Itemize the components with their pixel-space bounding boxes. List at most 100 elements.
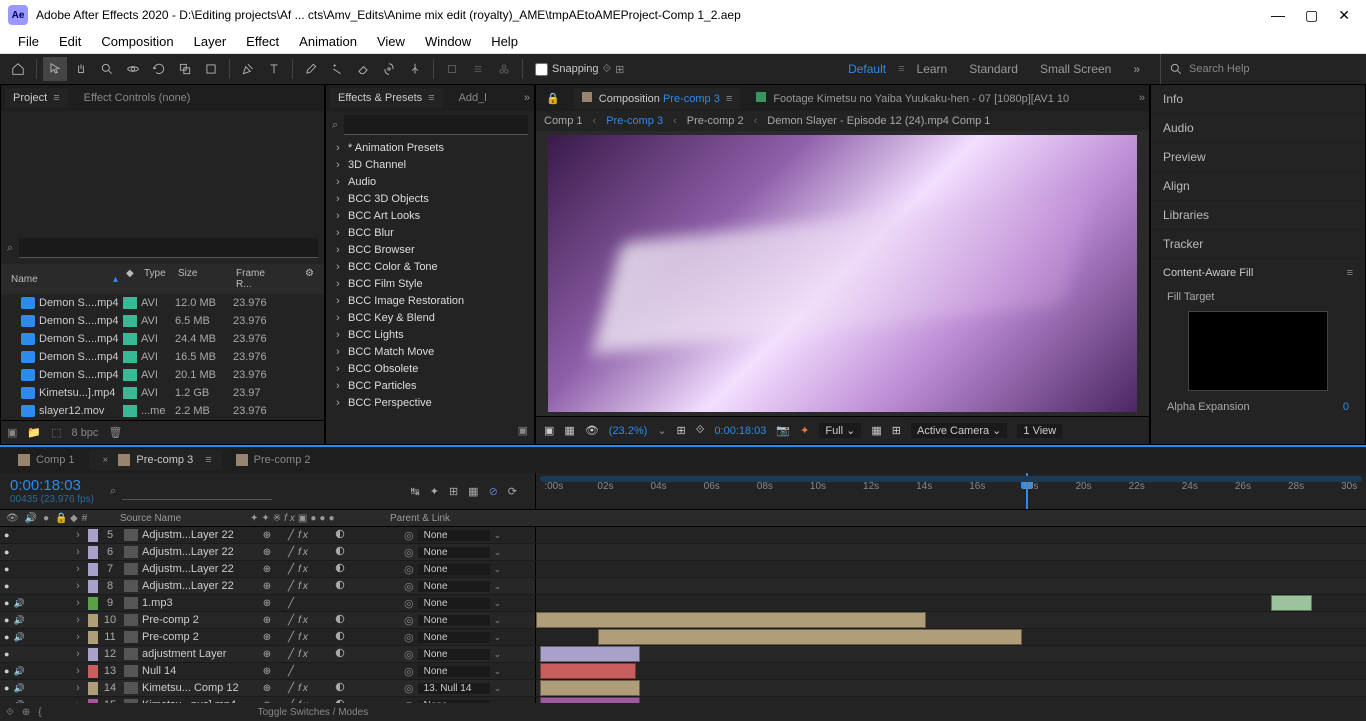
roi-icon[interactable]: ▦ [871,424,881,437]
effects-search[interactable]: ⌕ [326,111,534,139]
zoom-tool[interactable] [95,57,119,81]
eraser-tool[interactable] [351,57,375,81]
timeline-layer[interactable]: ● › 6 Adjustm...Layer 22 ⊕ ╱fx ◎None⌄ [0,544,1366,561]
project-item[interactable]: Demon S....mp4 AVI20.1 MB23.976 [1,366,324,384]
timeline-layer[interactable]: ●🔊 › 15 Kimetsu...pus].mp4 ⊕ ╱fx ◎None⌄ [0,697,1366,703]
layer-bar[interactable] [540,697,640,703]
timeline-layer[interactable]: ●🔊 › 11 Pre-comp 2 ⊕ ╱fx ◎None⌄ [0,629,1366,646]
timeline-layer[interactable]: ● › 7 Adjustm...Layer 22 ⊕ ╱fx ◎None⌄ [0,561,1366,578]
layer-bar[interactable] [540,646,640,662]
window-close[interactable]: ✕ [1338,7,1350,24]
effect-category[interactable]: BCC Image Restoration [326,292,534,309]
tool-color-3[interactable] [492,57,516,81]
trash-icon[interactable]: 🗑 [108,426,122,439]
toggle-switches[interactable]: Toggle Switches / Modes [258,707,369,718]
effect-category[interactable]: 3D Channel [326,156,534,173]
effect-category[interactable]: BCC Art Looks [326,207,534,224]
layer-bar[interactable] [536,612,926,628]
shape-tool[interactable] [199,57,223,81]
effect-category[interactable]: BCC Film Style [326,275,534,292]
menu-composition[interactable]: Composition [91,32,183,51]
timeline-tab-comp1[interactable]: Comp 1 [8,450,85,470]
panel-overflow[interactable]: » [524,92,530,104]
effect-category[interactable]: BCC Key & Blend [326,309,534,326]
effect-category[interactable]: BCC 3D Objects [326,190,534,207]
project-tab[interactable]: Project≡ [5,88,68,108]
effect-controls-tab[interactable]: Effect Controls (none) [76,88,199,108]
layer-bar[interactable] [1271,595,1313,611]
home-button[interactable] [6,57,30,81]
effect-category[interactable]: BCC Blur [326,224,534,241]
footage-tab[interactable]: Footage Kimetsu no Yaiba Yuukaku-hen - 0… [748,88,1077,109]
effect-category[interactable]: BCC Perspective [326,394,534,411]
add-tab[interactable]: Add_l [451,88,495,108]
effect-category[interactable]: BCC Browser [326,241,534,258]
lock-icon[interactable]: 🔒 [540,92,566,105]
tool-color-2[interactable] [466,57,490,81]
time-ruler[interactable]: :00s02s04s06s08s10s12s14s16s18s20s22s24s… [535,473,1366,509]
panel-tracker[interactable]: Tracker [1151,230,1365,259]
panel-overflow[interactable]: » [1139,92,1145,104]
roto-tool[interactable] [377,57,401,81]
views-dropdown[interactable]: 1 View [1017,424,1062,438]
project-item[interactable]: Demon S....mp4 AVI24.4 MB23.976 [1,330,324,348]
panel-libraries[interactable]: Libraries [1151,201,1365,230]
project-item[interactable]: Demon S....mp4 AVI16.5 MB23.976 [1,348,324,366]
col-video-icon[interactable]: 👁 [6,513,19,524]
workspace-overflow[interactable]: » [1123,58,1150,80]
panel-info[interactable]: Info [1151,85,1365,114]
new-bin-icon[interactable]: ▣ [518,424,528,444]
workspace-standard[interactable]: Standard [959,58,1028,80]
tl-opt-1[interactable]: ↹ [411,485,420,498]
timeline-layer[interactable]: ●🔊 › 9 1.mp3 ⊕ ╱ ◎None⌄ [0,595,1366,612]
resolution-dropdown[interactable]: Full ⌄ [819,423,861,438]
menu-layer[interactable]: Layer [184,32,237,51]
window-minimize[interactable]: — [1271,7,1285,24]
tl-opt-5[interactable]: ⊘ [489,485,498,498]
interpret-icon[interactable]: ⬚ [51,426,61,439]
toggle-mask-icon[interactable]: 👁 [585,424,599,437]
timeline-layer[interactable]: ●🔊 › 14 Kimetsu... Comp 12 ⊕ ╱fx ◎13. Nu… [0,680,1366,697]
project-item[interactable]: Demon S....mp4 AVI6.5 MB23.976 [1,312,324,330]
toggle-alpha-icon[interactable]: ▦ [564,424,574,437]
tl-footer-icon-3[interactable]: { [38,707,41,718]
effect-category[interactable]: BCC Color & Tone [326,258,534,275]
breadcrumb-item[interactable]: Pre-comp 2 [687,115,744,127]
tl-opt-2[interactable]: ✦ [430,485,439,498]
selection-tool[interactable] [43,57,67,81]
menu-help[interactable]: Help [481,32,528,51]
workspace-default[interactable]: Default [838,58,896,80]
project-item[interactable]: Kimetsu...].mp4 AVI1.2 GB23.97 [1,384,324,402]
timeline-layer[interactable]: ● › 5 Adjustm...Layer 22 ⊕ ╱fx ◎None⌄ [0,527,1366,544]
hand-tool[interactable] [69,57,93,81]
col-audio-icon[interactable]: 🔊 [25,513,37,524]
breadcrumb-item[interactable]: Demon Slayer - Episode 12 (24).mp4 Comp … [767,115,990,127]
breadcrumb-item[interactable]: Pre-comp 3 [606,115,663,127]
effect-category[interactable]: BCC Particles [326,377,534,394]
color-mgmt-icon[interactable]: ✦ [800,424,809,437]
effects-tab[interactable]: Effects & Presets≡ [330,88,443,108]
rotate-tool[interactable] [147,57,171,81]
bpc-label[interactable]: 8 bpc [72,427,99,439]
layer-bar[interactable] [598,629,1021,645]
project-item[interactable]: Demon S....mp4 AVI12.0 MB23.976 [1,294,324,312]
menu-effect[interactable]: Effect [236,32,289,51]
timeline-tab-precomp3[interactable]: ×Pre-comp 3≡ [89,450,222,470]
tl-opt-6[interactable]: ⟳ [508,485,517,498]
snapshot-icon[interactable]: 📷 [776,424,790,437]
timeline-layer[interactable]: ● › 12 adjustment Layer ⊕ ╱fx ◎None⌄ [0,646,1366,663]
menu-view[interactable]: View [367,32,415,51]
puppet-tool[interactable] [403,57,427,81]
timeline-tab-precomp2[interactable]: Pre-comp 2 [226,450,321,470]
project-item[interactable]: slayer12.mov ...me2.2 MB23.976 [1,402,324,420]
tl-footer-icon-2[interactable]: ⊕ [22,707,30,718]
tl-opt-3[interactable]: ⊞ [449,485,458,498]
clone-tool[interactable] [325,57,349,81]
project-search[interactable]: ⌕ [1,232,324,264]
effect-category[interactable]: BCC Lights [326,326,534,343]
layer-bar[interactable] [540,680,640,696]
menu-animation[interactable]: Animation [289,32,367,51]
alpha-expansion-value[interactable]: 0 [1343,401,1349,413]
panel-preview[interactable]: Preview [1151,143,1365,172]
grid-icon[interactable]: ⊞ [677,424,686,437]
